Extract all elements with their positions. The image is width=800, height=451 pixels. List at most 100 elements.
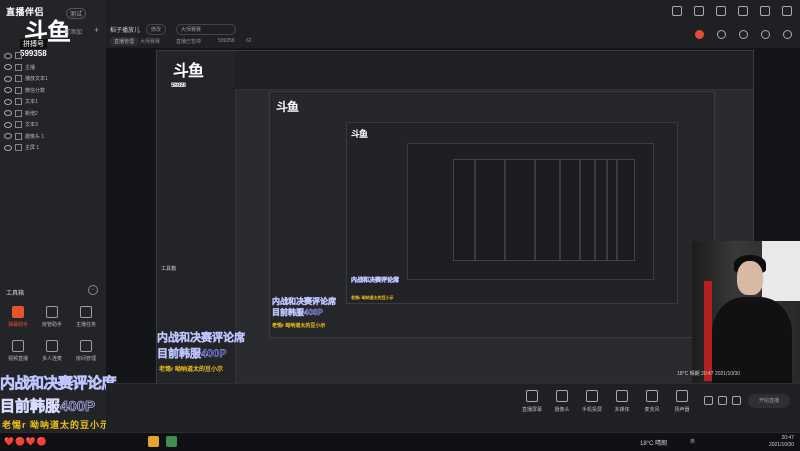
source-icon [15, 121, 22, 129]
tool-label: 视频直播 [7, 356, 28, 362]
nested-overlay-title-3: 内战和决赛评论席 [351, 278, 400, 284]
stream-overlay-title: 内战和决赛评论席 [0, 375, 117, 393]
taskbar-weather[interactable]: 18°C 晴朗 [640, 438, 667, 447]
source-item[interactable]: 摄像头 1 [4, 131, 104, 143]
scene-label: 可添加 [64, 30, 83, 36]
source-icon [15, 86, 22, 94]
tool-video-live[interactable]: 视频直播 [4, 340, 32, 366]
tool-label: 主播任务 [75, 322, 96, 328]
stream-overlay-subtitle: 目前韩服400P [0, 398, 96, 416]
taskbar-tray-label[interactable]: 英 [690, 438, 695, 445]
source-item[interactable]: 文本3 [4, 119, 104, 131]
nested-overlay-sub-2: 目前韩服400P [272, 308, 323, 317]
phone-icon [586, 390, 598, 402]
share-icon[interactable] [783, 30, 792, 39]
speaker-icon [676, 390, 688, 402]
taskbar-app-icon[interactable] [148, 436, 159, 447]
eye-icon[interactable] [4, 133, 12, 140]
stream-status: 直播已暂停 [176, 39, 202, 45]
source-icon [15, 98, 22, 106]
live-studio-app: 直播伴侣 测试 斗鱼 拼搏号 599358 可添加 + 主播 播放文本1 微信分… [0, 0, 800, 451]
minimize-icon[interactable] [738, 6, 748, 16]
tool-room-manage[interactable]: 房间管理 [72, 340, 100, 366]
source-item[interactable]: 微信分数 [4, 85, 104, 97]
lock-icon[interactable] [717, 30, 726, 39]
viewer-count: 62 [246, 38, 252, 44]
room-id-meta: 599358 [218, 38, 235, 44]
avatar-icon[interactable] [672, 6, 682, 16]
source-icon [15, 75, 22, 83]
eye-icon[interactable] [4, 87, 12, 94]
mail-icon[interactable] [694, 6, 704, 16]
tool-label: 弹幕助手 [7, 322, 28, 328]
eye-icon[interactable] [4, 121, 12, 128]
monitor-icon [526, 390, 538, 402]
tool-tasks[interactable]: 主播任务 [72, 306, 100, 332]
gift-ticker: ❤️🔴❤️🔴 [4, 437, 48, 446]
eye-icon[interactable] [4, 110, 12, 117]
source-item[interactable]: 播放文本1 [4, 73, 104, 85]
source-item[interactable]: 文本1 [4, 96, 104, 108]
eye-icon[interactable] [4, 64, 12, 71]
preview-clock-date: 2021/10/30 [714, 371, 740, 377]
settings-icon[interactable] [732, 396, 741, 405]
nested-logo: 斗鱼 [173, 63, 204, 80]
user-icon [46, 306, 58, 318]
source-label: 摄像头 1 [25, 133, 45, 140]
platform-sub-label: 拼搏号 [20, 39, 47, 49]
stream-preview[interactable]: 斗鱼 599358 工具箱 斗鱼 斗鱼 内战和决赛评论席 老惕r 呦呐道太的豆小… [106, 48, 800, 385]
taskbar-time: 20:47 [781, 435, 794, 441]
source-label: 主屏 1 [25, 145, 40, 152]
category-select[interactable]: 大师赛赛 [176, 24, 236, 35]
tool-multi-mic[interactable]: 多人连麦 [38, 340, 66, 366]
screenshot-icon[interactable] [718, 396, 727, 405]
preview-weather: 18°C 晴朗 20:47 2021/10/30 [677, 370, 740, 377]
room-title: 稻子播放儿 [110, 28, 141, 34]
nested-logo-2: 斗鱼 [276, 100, 299, 114]
preview-clock-time: 20:47 [701, 371, 714, 377]
source-label: 文本3 [25, 122, 38, 129]
taskbar-app-icon[interactable] [166, 436, 177, 447]
record-icon[interactable] [704, 396, 713, 405]
source-item[interactable]: 主屏 1 [4, 142, 104, 154]
nested-overlay-yellow-2: 老惕r 呦呐道太的豆小示 [272, 323, 326, 329]
layout-icon[interactable] [739, 30, 748, 39]
media-icon [616, 390, 628, 402]
tag-secondary: 大师赛赛 [140, 39, 161, 45]
bottom-item-label: 手机投屏 [581, 407, 602, 413]
nested-capture-2: 斗鱼 斗鱼 内战和决赛评论席 老惕r 呦呐道太的豆小示 内战和决赛评论席 目前韩… [269, 91, 715, 338]
os-taskbar: ❤️🔴❤️🔴 18°C 晴朗 英 20:47 2021/10/30 [0, 432, 800, 451]
taskbar-clock[interactable]: 20:47 2021/10/30 [769, 435, 794, 449]
add-scene-icon[interactable]: + [94, 25, 99, 35]
tool-danmu-helper[interactable]: 弹幕助手 [4, 306, 32, 332]
tool-room-helper[interactable]: 房管助手 [38, 306, 66, 332]
eye-icon[interactable] [4, 52, 12, 59]
tag-pill[interactable]: 直播管理 [110, 37, 139, 46]
collapse-icon[interactable]: − [88, 285, 98, 295]
close-icon[interactable] [782, 6, 792, 16]
record-icon[interactable] [695, 30, 704, 39]
eye-icon[interactable] [4, 75, 12, 82]
settings-icon[interactable] [761, 30, 770, 39]
source-item[interactable]: 新增2 [4, 108, 104, 120]
speaker-button[interactable]: 扬声器 [664, 390, 700, 413]
nested-overlay-yellow-3: 老惕r 呦呐道太的豆小示 [351, 295, 394, 300]
webcam-feed [692, 241, 800, 383]
eye-icon[interactable] [4, 144, 12, 151]
nested-toolbox-title: 工具箱 [161, 266, 177, 272]
source-item[interactable]: 主播 [4, 62, 104, 74]
source-item[interactable] [4, 50, 104, 62]
source-label: 文本1 [25, 99, 38, 106]
bottom-item-label: 麦克风 [644, 407, 660, 413]
eye-icon[interactable] [4, 98, 12, 105]
maximize-icon[interactable] [760, 6, 770, 16]
menu-icon[interactable] [716, 6, 726, 16]
nested-overlay-title-1: 内战和决赛评论席 [157, 332, 245, 344]
stream-overlay-marquee: 老惕r 呦呐道太的豆小示 [2, 420, 111, 430]
camera-icon [15, 132, 22, 140]
nested-capture-4 [407, 143, 654, 280]
start-live-button[interactable]: 开始直播 [748, 394, 790, 408]
source-icon [15, 109, 22, 117]
nested-capture-3: 斗鱼 内战和决赛评论席 老惕r 呦呐道太的豆小示 [346, 122, 678, 304]
edit-title-button[interactable]: 修改 [146, 24, 167, 35]
